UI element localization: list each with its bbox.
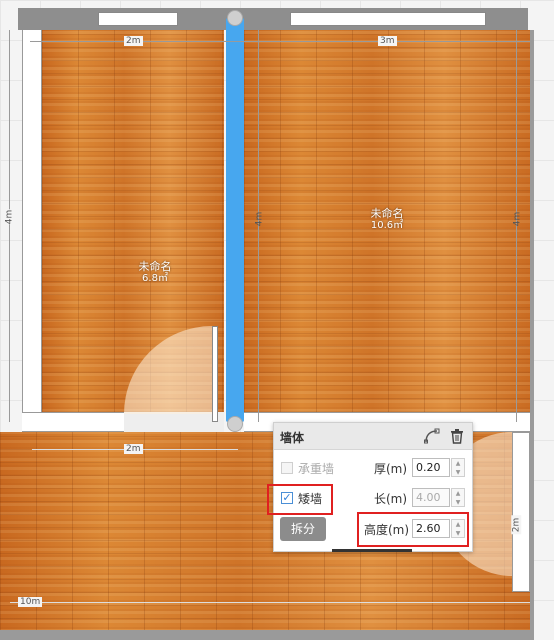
selected-wall[interactable] xyxy=(226,18,244,422)
panel-header: 墙体 xyxy=(274,423,472,450)
top-window-left[interactable] xyxy=(98,12,178,26)
panel-title: 墙体 xyxy=(280,431,305,445)
thickness-input[interactable]: 0.20 xyxy=(412,458,450,477)
load-bearing-checkbox[interactable] xyxy=(281,462,293,474)
door-opening xyxy=(124,412,224,432)
dim-line-left xyxy=(9,30,10,422)
highlight-short-wall xyxy=(267,484,333,515)
length-input[interactable]: 4.00 xyxy=(412,488,450,507)
dim-top-right: 3m xyxy=(378,36,397,46)
dim-top-left: 2m xyxy=(124,36,143,46)
load-bearing-label: 承重墙 xyxy=(298,462,335,476)
room-area: 10.6㎡ xyxy=(370,220,404,231)
dim-left-side: 4m xyxy=(4,209,15,225)
dim-right-lower: 2m xyxy=(511,515,522,535)
dim-mid-wall: 4m xyxy=(254,211,265,227)
length-label: 长(m) xyxy=(374,492,408,506)
room-label-left[interactable]: 未命名 6.8㎡ xyxy=(120,261,190,285)
highlight-height xyxy=(357,512,469,547)
curve-wall-icon[interactable] xyxy=(424,428,440,444)
left-room-bottom-wall[interactable] xyxy=(22,412,124,432)
right-door-frame[interactable] xyxy=(512,432,530,592)
trash-icon[interactable] xyxy=(449,428,465,444)
thickness-label: 厚(m) xyxy=(374,462,408,476)
wall-handle-bottom[interactable] xyxy=(227,416,243,432)
dim-right-side: 4m xyxy=(512,211,523,227)
wall-handle-top[interactable] xyxy=(227,10,243,26)
right-wall[interactable] xyxy=(530,30,534,630)
dim-line-top xyxy=(30,41,530,42)
room-name: 未命名 xyxy=(370,207,404,220)
top-window-right[interactable] xyxy=(290,12,486,26)
room-label-right[interactable]: 未命名 10.6㎡ xyxy=(352,208,422,232)
panel-bottom-bar xyxy=(332,549,412,552)
thickness-stepper[interactable]: ▲ ▼ xyxy=(451,458,465,477)
left-wall[interactable] xyxy=(22,30,42,432)
dim-lower-mid: 2m xyxy=(124,444,143,454)
dim-line-bottom xyxy=(10,602,530,603)
floor-plan-canvas[interactable]: 2m 3m 4m 4m 4m 2m 2m 10m 未命名 6.8㎡ 未命名 10… xyxy=(0,0,554,640)
room-area: 6.8㎡ xyxy=(142,273,168,284)
length-stepper[interactable]: ▲ ▼ xyxy=(451,488,465,507)
dim-bottom: 10m xyxy=(18,597,43,607)
door-leaf[interactable] xyxy=(212,326,218,422)
room-name: 未命名 xyxy=(138,260,172,273)
bottom-wall[interactable] xyxy=(0,630,534,640)
split-button[interactable]: 拆分 xyxy=(280,517,326,541)
